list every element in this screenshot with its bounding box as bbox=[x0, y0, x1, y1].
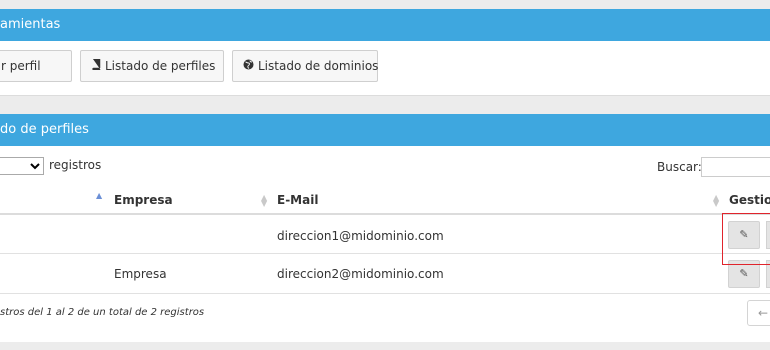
column-gestion[interactable]: Gestion bbox=[729, 193, 770, 207]
tools-panel-header: amientas bbox=[0, 9, 770, 41]
row-divider bbox=[0, 253, 770, 254]
search-input[interactable] bbox=[701, 157, 770, 177]
sort-icon[interactable]: ▲ ▼ bbox=[713, 194, 719, 208]
edit-icon: ✎ bbox=[739, 267, 749, 280]
header-divider bbox=[0, 213, 770, 215]
add-profile-button[interactable]: r perfil bbox=[0, 50, 72, 82]
table-info: stros del 1 al 2 de un total de 2 regist… bbox=[0, 307, 205, 318]
actions-highlight bbox=[722, 213, 770, 265]
row-1-email: direccion1@midominio.com bbox=[277, 229, 444, 243]
tools-panel-body: r perfil Listado de perfiles Listado de … bbox=[0, 41, 770, 96]
sort-icon[interactable]: ▲ ▼ bbox=[261, 194, 267, 208]
column-empresa[interactable]: Empresa bbox=[114, 193, 173, 207]
domain-list-label: Listado de dominios bbox=[258, 59, 379, 73]
length-suffix: registros bbox=[49, 158, 102, 172]
row-2-email: direccion2@midominio.com bbox=[277, 267, 444, 281]
domain-list-button[interactable]: Listado de dominios bbox=[232, 50, 378, 82]
column-email[interactable]: E-Mail bbox=[277, 193, 318, 207]
add-profile-label: r perfil bbox=[1, 59, 41, 73]
previous-page-label: ← bbox=[758, 306, 769, 320]
list-panel-title: do de perfiles bbox=[0, 122, 89, 137]
page-length-select[interactable] bbox=[0, 157, 44, 175]
profile-list-label: Listado de perfiles bbox=[105, 59, 216, 73]
sort-asc-icon[interactable]: ▲ bbox=[96, 192, 102, 200]
previous-page-button[interactable]: ← bbox=[747, 300, 770, 326]
search-label: Buscar: bbox=[657, 160, 702, 174]
row-divider bbox=[0, 293, 770, 294]
list-panel-header: do de perfiles bbox=[0, 114, 770, 146]
row-2-empresa: Empresa bbox=[114, 267, 167, 281]
page-footer-strip bbox=[0, 342, 770, 350]
globe-icon bbox=[243, 52, 254, 82]
tools-panel-title: amientas bbox=[0, 17, 61, 32]
profile-list-button[interactable]: Listado de perfiles bbox=[80, 50, 224, 82]
book-icon bbox=[91, 52, 101, 82]
